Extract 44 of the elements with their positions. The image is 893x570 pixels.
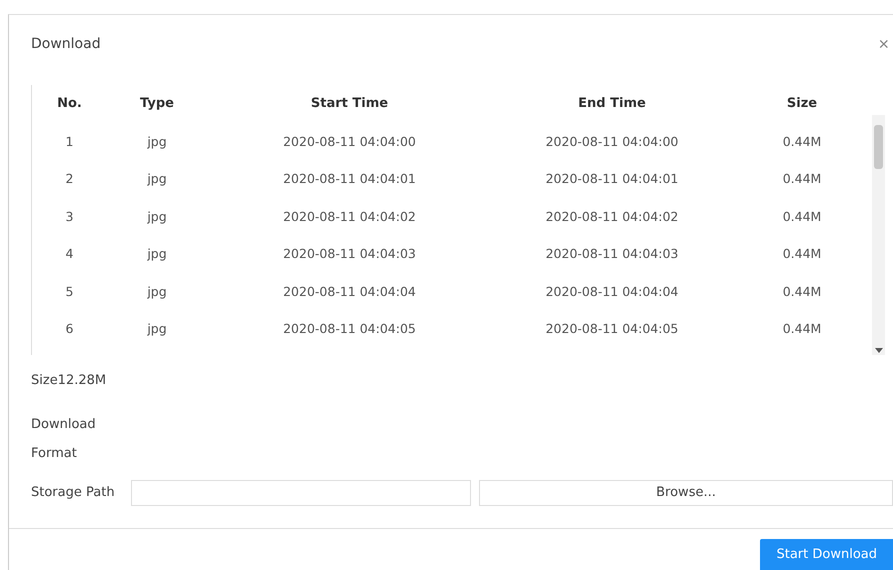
table-cell: jpg — [147, 321, 167, 336]
scrollbar[interactable] — [872, 115, 885, 355]
table-cell: 2020-08-11 04:04:01 — [283, 171, 416, 186]
field-label: Download Format — [31, 416, 97, 463]
table-cell: 0.44M — [782, 284, 822, 299]
table-cell: 2020-08-11 04:04:02 — [546, 208, 678, 224]
table-cell: 3 — [66, 208, 74, 224]
table-cell: 0.44M — [782, 321, 822, 336]
table-cell: 2020-08-11 04:04:04 — [546, 284, 678, 299]
table-cell: 0.44M — [782, 208, 822, 224]
table-cell: 5 — [66, 284, 74, 299]
table-cell: 6 — [66, 321, 74, 336]
table-cell: 0.44M — [782, 246, 822, 262]
table-cell: 0.44M — [782, 171, 822, 186]
table-cell: 2020-08-11 04:04:05 — [283, 321, 416, 336]
table-cell: 2020-08-11 04:04:03 — [546, 246, 678, 262]
column-header: Type — [140, 96, 174, 112]
close-button[interactable]: × — [878, 34, 889, 54]
storage-path-field[interactable] — [131, 480, 471, 506]
table-cell: 2020-08-11 04:04:00 — [283, 134, 416, 149]
column-header: Start Time — [310, 96, 388, 112]
field-label: Storage Path — [31, 484, 116, 502]
table-cell: 2020-08-11 04:04:05 — [546, 321, 678, 336]
column-header: Size — [786, 96, 818, 112]
dialog-title: Download — [31, 36, 101, 52]
table-cell: 2 — [66, 171, 74, 186]
total-size-text: Size12.28M — [31, 373, 108, 388]
table-cell: jpg — [147, 208, 167, 224]
table-cell: 2020-08-11 04:04:02 — [283, 208, 416, 224]
table-cell: 0.44M — [782, 134, 822, 149]
column-header: No. — [57, 96, 82, 112]
browse-button[interactable]: Browse... — [479, 480, 893, 506]
table-cell: 2020-08-11 04:04:00 — [546, 134, 678, 149]
table-cell: 4 — [66, 246, 74, 262]
table-cell: jpg — [147, 246, 167, 262]
table-cell: 2020-08-11 04:04:03 — [283, 246, 416, 262]
table-cell: jpg — [147, 284, 167, 299]
table-cell: 2020-08-11 04:04:01 — [546, 171, 678, 186]
table-cell: 1 — [66, 134, 74, 149]
table-cell: jpg — [147, 134, 167, 149]
column-header: End Time — [578, 96, 646, 112]
table-cell: 2020-08-11 04:04:04 — [283, 284, 416, 299]
table-cell: jpg — [147, 171, 167, 186]
start-download-button[interactable]: Start Download — [760, 539, 893, 570]
